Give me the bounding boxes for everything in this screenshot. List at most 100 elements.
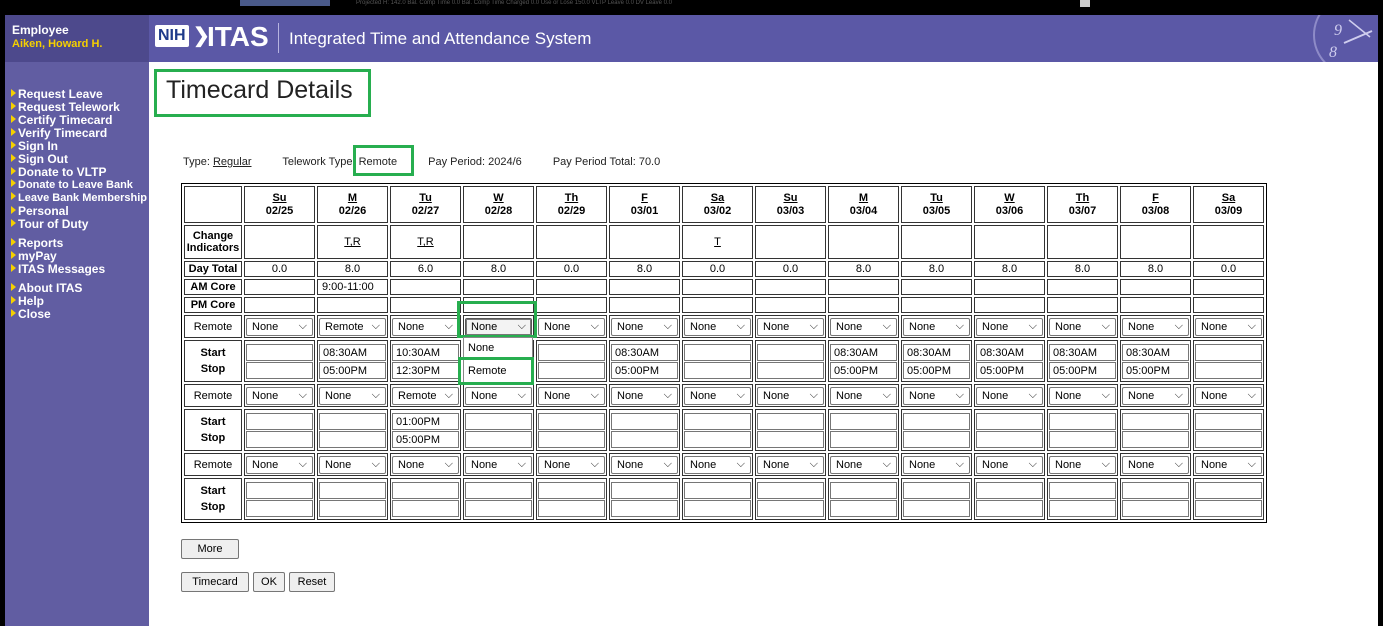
remote-select[interactable]: None ⌵ — [830, 386, 897, 405]
stop-time-field[interactable] — [538, 361, 605, 379]
day-name-link[interactable]: Tu — [930, 192, 943, 204]
start-time-field[interactable] — [976, 412, 1043, 430]
remote-select[interactable]: None ⌵ — [757, 317, 824, 336]
remote-select[interactable]: None ⌵ — [319, 386, 386, 405]
remote-select[interactable]: None ⌵ — [976, 317, 1043, 336]
day-header[interactable]: Tu 02/27 — [390, 186, 461, 223]
timecard-button[interactable]: Timecard — [181, 572, 249, 592]
stop-time-field[interactable]: 05:00PM — [903, 361, 970, 379]
day-header[interactable]: M 03/04 — [828, 186, 899, 223]
stop-time-field[interactable] — [392, 499, 459, 517]
start-time-field[interactable] — [1049, 481, 1116, 499]
stop-time-field[interactable] — [757, 430, 824, 448]
start-time-field[interactable]: 08:30AM — [830, 343, 897, 361]
stop-time-field[interactable] — [1195, 430, 1262, 448]
stop-time-field[interactable] — [246, 361, 313, 379]
start-time-field[interactable]: 08:30AM — [903, 343, 970, 361]
start-time-field[interactable]: 08:30AM — [319, 343, 386, 361]
remote-select[interactable]: None ⌵ — [611, 317, 678, 336]
start-time-field[interactable] — [830, 481, 897, 499]
start-time-field[interactable]: 01:00PM — [392, 412, 459, 430]
start-time-field[interactable] — [319, 481, 386, 499]
start-time-field[interactable] — [757, 481, 824, 499]
day-name-link[interactable]: M — [859, 192, 868, 204]
stop-time-field[interactable] — [1122, 499, 1189, 517]
day-name-link[interactable]: W — [493, 192, 503, 204]
stop-time-field[interactable] — [1195, 361, 1262, 379]
day-header[interactable]: M 02/26 — [317, 186, 388, 223]
start-time-field[interactable] — [757, 343, 824, 361]
start-time-field[interactable]: 10:30AM — [392, 343, 459, 361]
start-time-field[interactable] — [392, 481, 459, 499]
remote-select[interactable]: None ⌵ — [1195, 317, 1262, 336]
stop-time-field[interactable] — [1195, 499, 1262, 517]
day-name-link[interactable]: Th — [1076, 192, 1089, 204]
start-time-field[interactable]: 08:30AM — [976, 343, 1043, 361]
day-header[interactable]: Su 02/25 — [244, 186, 315, 223]
day-header[interactable]: W 03/06 — [974, 186, 1045, 223]
stop-time-field[interactable] — [903, 499, 970, 517]
start-time-field[interactable] — [465, 481, 532, 499]
day-header[interactable]: F 03/08 — [1120, 186, 1191, 223]
remote-select[interactable]: None ⌵ — [465, 455, 532, 474]
start-time-field[interactable] — [830, 412, 897, 430]
day-name-link[interactable]: Sa — [711, 192, 724, 204]
remote-select[interactable]: None ⌵ — [684, 317, 751, 336]
remote-select[interactable]: None ⌵ — [1049, 386, 1116, 405]
stop-time-field[interactable]: 05:00PM — [319, 361, 386, 379]
stop-time-field[interactable] — [319, 430, 386, 448]
start-time-field[interactable] — [1195, 481, 1262, 499]
remote-select[interactable]: None ⌵ — [392, 317, 459, 336]
stop-time-field[interactable] — [538, 430, 605, 448]
stop-time-field[interactable] — [757, 361, 824, 379]
start-time-field[interactable]: 08:30AM — [1049, 343, 1116, 361]
start-time-field[interactable] — [1122, 412, 1189, 430]
stop-time-field[interactable] — [319, 499, 386, 517]
remote-select[interactable]: None ⌵ — [830, 455, 897, 474]
start-time-field[interactable] — [538, 412, 605, 430]
remote-select[interactable]: None ⌵ — [976, 386, 1043, 405]
day-header[interactable]: Sa 03/02 — [682, 186, 753, 223]
stop-time-field[interactable]: 05:00PM — [976, 361, 1043, 379]
day-header[interactable]: Th 03/07 — [1047, 186, 1118, 223]
remote-select[interactable]: None ⌵ — [538, 455, 605, 474]
start-time-field[interactable] — [684, 343, 751, 361]
start-time-field[interactable] — [1195, 412, 1262, 430]
remote-select[interactable]: None ⌵ — [611, 386, 678, 405]
start-time-field[interactable] — [684, 412, 751, 430]
change-indicator-link[interactable]: T — [714, 236, 721, 248]
remote-select[interactable]: None ⌵ — [903, 317, 970, 336]
start-time-field[interactable] — [246, 343, 313, 361]
remote-select[interactable]: None ⌵ — [1195, 386, 1262, 405]
stop-time-field[interactable]: 05:00PM — [392, 430, 459, 448]
reset-button[interactable]: Reset — [289, 572, 335, 592]
stop-time-field[interactable] — [684, 361, 751, 379]
day-header[interactable]: F 03/01 — [609, 186, 680, 223]
remote-select[interactable]: None ⌵ — [465, 386, 532, 405]
start-time-field[interactable] — [1195, 343, 1262, 361]
stop-time-field[interactable] — [684, 430, 751, 448]
remote-select[interactable]: None ⌵ — [392, 455, 459, 474]
start-time-field[interactable] — [903, 412, 970, 430]
stop-time-field[interactable] — [757, 499, 824, 517]
nav-item-close[interactable]: Close — [11, 308, 147, 321]
stop-time-field[interactable] — [538, 499, 605, 517]
stop-time-field[interactable]: 12:30PM — [392, 361, 459, 379]
stop-time-field[interactable]: 05:00PM — [830, 361, 897, 379]
start-time-field[interactable] — [538, 481, 605, 499]
remote-select[interactable]: None ⌵ — [976, 455, 1043, 474]
day-name-link[interactable]: F — [641, 192, 648, 204]
day-name-link[interactable]: F — [1152, 192, 1159, 204]
remote-select[interactable]: None ⌵ — [246, 455, 313, 474]
remote-select[interactable]: None ⌵ — [1122, 455, 1189, 474]
stop-time-field[interactable] — [976, 499, 1043, 517]
day-name-link[interactable]: Sa — [1222, 192, 1235, 204]
start-time-field[interactable] — [976, 481, 1043, 499]
nav-item-itas-messages[interactable]: ITAS Messages — [11, 263, 147, 276]
stop-time-field[interactable]: 05:00PM — [1122, 361, 1189, 379]
remote-select[interactable]: None ⌵ — [319, 455, 386, 474]
remote-select[interactable]: Remote ⌵ — [319, 317, 386, 336]
start-time-field[interactable] — [1049, 412, 1116, 430]
stop-time-field[interactable] — [684, 499, 751, 517]
start-time-field[interactable] — [611, 412, 678, 430]
